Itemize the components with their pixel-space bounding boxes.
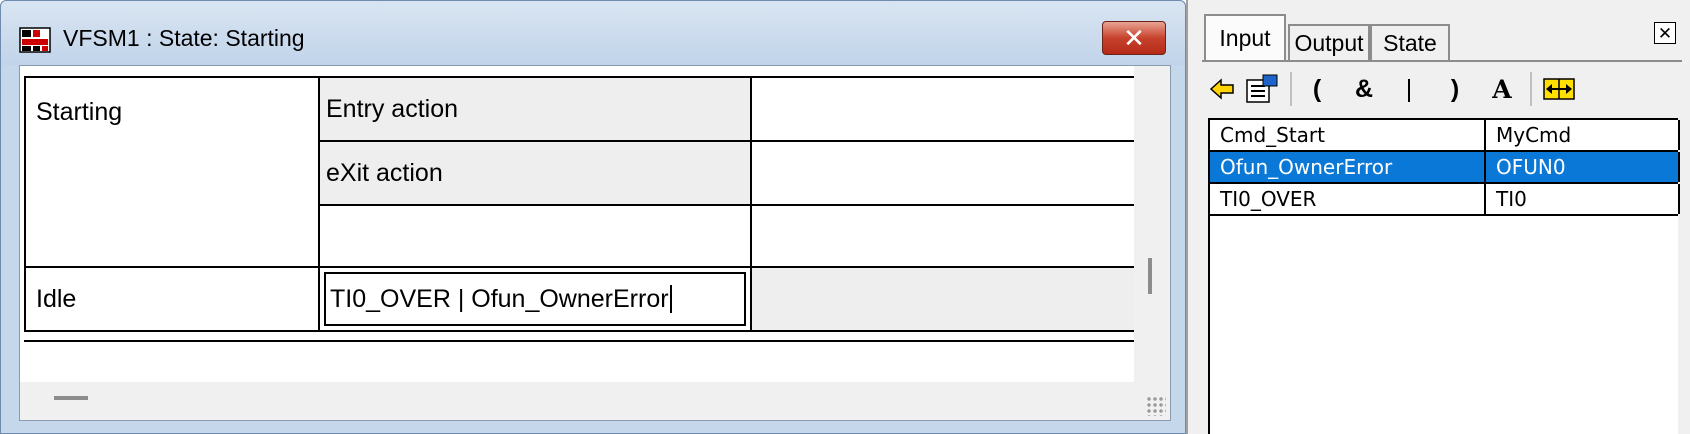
exit-action-value-cell[interactable] [750, 140, 1134, 206]
close-icon: ✕ [1123, 23, 1145, 53]
resize-columns-icon[interactable] [1538, 70, 1580, 108]
vfsm-app-icon [19, 27, 51, 53]
variables-panel: Input Output State ✕ ( & |) A Cmd_Start… [1186, 0, 1690, 434]
state-editor-window: VFSM1 : State: Starting ✕ Starting Entry… [0, 0, 1186, 434]
properties-list-icon [1246, 74, 1278, 103]
entry-action-label-cell: Entry action [318, 76, 752, 142]
close-icon: ✕ [1657, 23, 1673, 43]
variable-value: MyCmd [1486, 120, 1680, 150]
font-glyph: A [1492, 74, 1512, 104]
entry-action-label: Entry action [326, 94, 459, 123]
title-bar[interactable]: VFSM1 : State: Starting ✕ [1, 1, 1185, 65]
tab-input[interactable]: Input [1204, 14, 1286, 60]
table-bottom-border [24, 340, 1134, 342]
close-paren-button[interactable]: ) [1438, 70, 1472, 108]
state-table: Starting Entry action eXit action Idle T… [20, 66, 1134, 382]
tab-input-label: Input [1219, 24, 1271, 51]
and-glyph: & [1354, 74, 1374, 103]
next-state-cell[interactable]: Idle [24, 266, 320, 332]
insert-arrow-icon[interactable] [1204, 70, 1240, 108]
window-close-button[interactable]: ✕ [1102, 21, 1166, 55]
tab-state[interactable]: State [1370, 24, 1450, 60]
vertical-scrollbar[interactable] [1148, 258, 1152, 294]
entry-action-value-cell[interactable] [750, 76, 1134, 142]
or-glyph: | [1405, 74, 1413, 103]
toolbar-separator [1290, 72, 1292, 106]
transition-condition-input[interactable]: TI0_OVER | Ofun_OwnerError [324, 272, 746, 326]
variables-table: Cmd_Start MyCmd Ofun_OwnerError OFUN0 TI… [1208, 118, 1680, 434]
close-paren-glyph: ) [1450, 74, 1460, 103]
table-row[interactable]: Cmd_Start MyCmd [1210, 120, 1680, 152]
transition-condition-cell[interactable]: TI0_OVER | Ofun_OwnerError [318, 266, 752, 332]
variable-value: TI0 [1486, 184, 1680, 214]
transition-action-cell[interactable] [750, 266, 1134, 332]
transition-condition-text: TI0_OVER | Ofun_OwnerError [330, 284, 669, 313]
window-title: VFSM1 : State: Starting [63, 25, 305, 51]
and-button[interactable]: & [1344, 70, 1384, 108]
tab-output-label: Output [1294, 29, 1364, 56]
horizontal-scrollbar[interactable] [54, 396, 88, 400]
variable-name: Cmd_Start [1210, 120, 1486, 150]
open-paren-glyph: ( [1312, 74, 1322, 103]
tab-state-label: State [1383, 29, 1437, 56]
toolbar-separator [1530, 72, 1532, 106]
variable-value: OFUN0 [1486, 152, 1680, 182]
variable-name: Ofun_OwnerError [1210, 152, 1486, 182]
expression-toolbar: ( & | ) A [1202, 60, 1682, 114]
text-caret [669, 285, 672, 313]
panel-close-button[interactable]: ✕ [1654, 22, 1676, 44]
state-name-cell[interactable]: Starting [24, 76, 320, 268]
input-action-value-cell[interactable] [750, 204, 1134, 268]
properties-icon[interactable] [1242, 70, 1282, 108]
column-resize-icon [1543, 78, 1575, 100]
state-name: Starting [36, 98, 123, 126]
variable-name: TI0_OVER [1210, 184, 1486, 214]
next-state-name: Idle [36, 284, 77, 313]
exit-action-label-cell: eXit action [318, 140, 752, 206]
arrow-left-icon [1209, 78, 1234, 100]
table-row[interactable]: TI0_OVER TI0 [1210, 184, 1680, 216]
exit-action-label: eXit action [326, 158, 443, 187]
font-button[interactable]: A [1482, 70, 1522, 108]
table-row-selected[interactable]: Ofun_OwnerError OFUN0 [1210, 152, 1680, 184]
input-action-label-cell[interactable] [318, 204, 752, 268]
resize-grip-icon[interactable] [1146, 396, 1166, 416]
or-button[interactable]: | [1392, 70, 1426, 108]
open-paren-button[interactable]: ( [1300, 70, 1334, 108]
tab-output[interactable]: Output [1288, 24, 1370, 60]
state-table-client: Starting Entry action eXit action Idle T… [19, 65, 1171, 421]
